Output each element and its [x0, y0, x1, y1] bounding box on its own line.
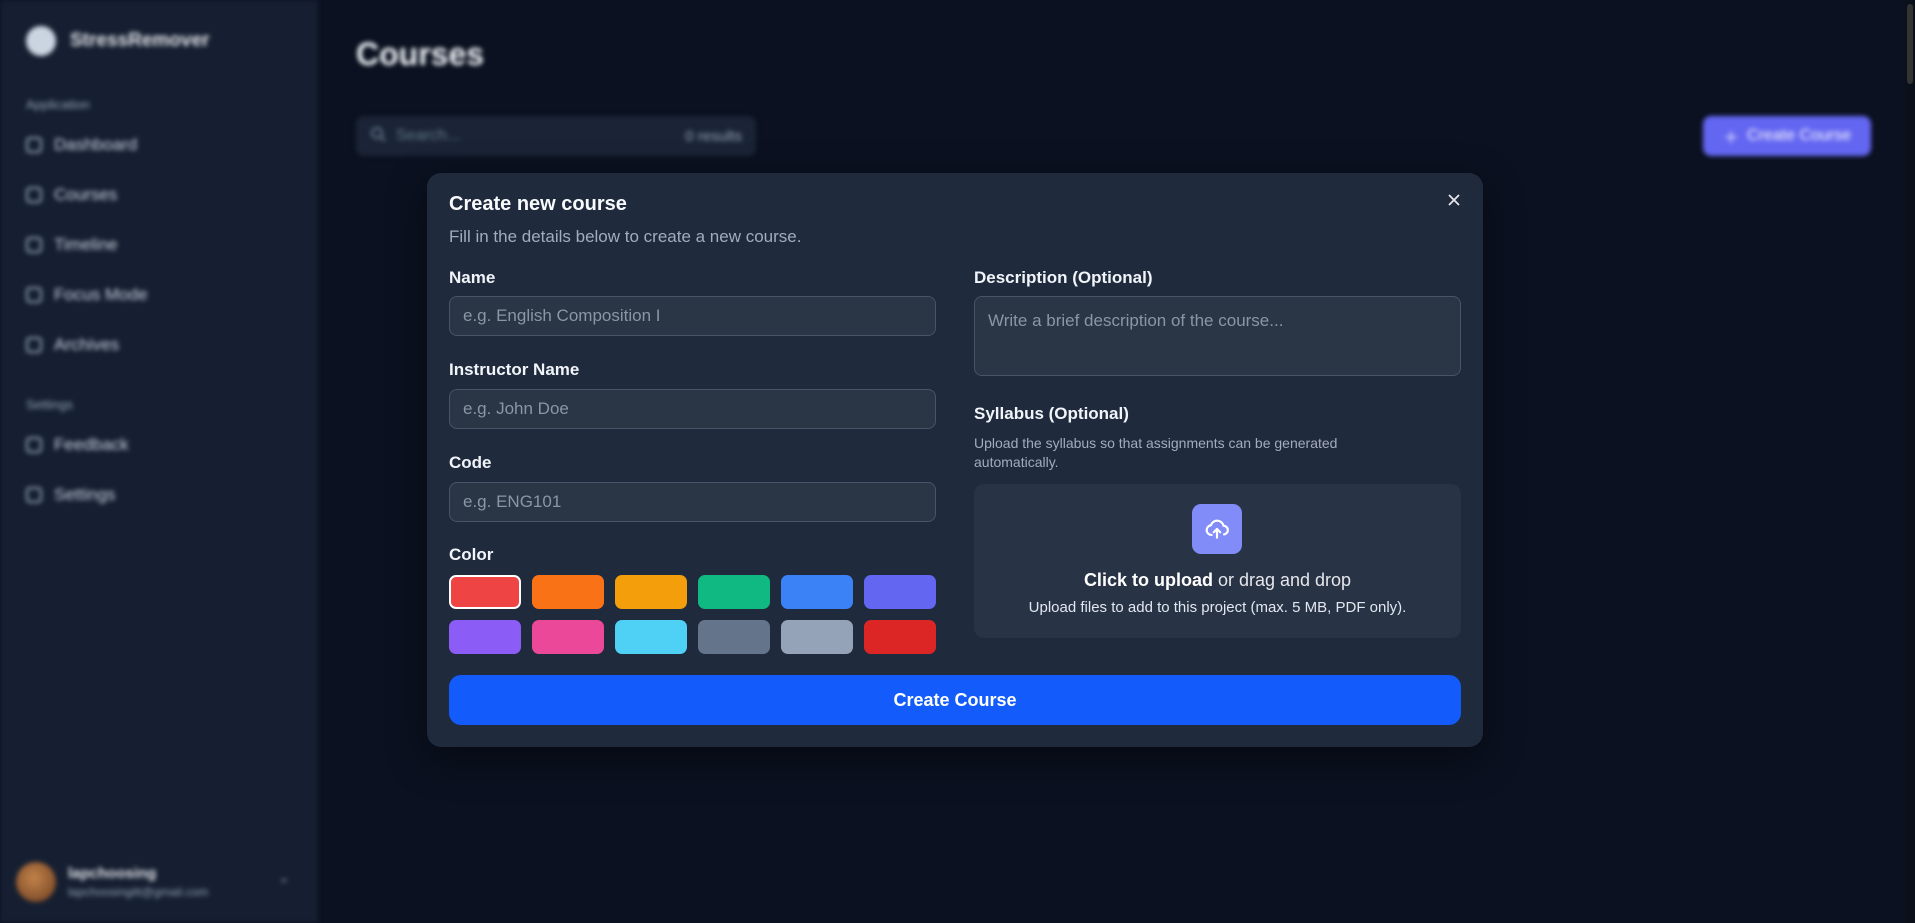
search-placeholder: Search...	[396, 127, 461, 144]
brand: StressRemover	[26, 26, 209, 56]
search-bar[interactable]: Search... 0 results	[356, 116, 756, 156]
syllabus-label: Syllabus (Optional)	[974, 404, 1129, 423]
color-swatch[interactable]	[864, 620, 936, 654]
calendar-icon	[26, 237, 42, 253]
color-swatch[interactable]	[615, 620, 687, 654]
page-title: Courses	[356, 36, 485, 72]
plus-icon: ＋	[1722, 130, 1739, 147]
search-icon	[370, 126, 386, 147]
color-swatch[interactable]	[864, 575, 936, 609]
color-swatch[interactable]	[615, 575, 687, 609]
sidebar-section-application: Application	[26, 97, 90, 112]
color-swatch[interactable]	[532, 620, 604, 654]
close-icon	[1448, 194, 1460, 206]
description-textarea[interactable]	[974, 296, 1461, 376]
sidebar-item-dashboard[interactable]: Dashboard	[26, 135, 137, 155]
chevron-updown-icon[interactable]: ⌃	[278, 876, 290, 893]
color-swatch[interactable]	[698, 575, 770, 609]
sidebar-item-focus-mode[interactable]: Focus Mode	[26, 285, 148, 305]
brand-name: StressRemover	[70, 30, 210, 51]
code-label: Code	[449, 453, 492, 472]
create-course-dialog: Create new course Fill in the details be…	[427, 173, 1483, 747]
create-course-header-button[interactable]: ＋ Create Course	[1703, 116, 1871, 156]
archive-icon	[26, 337, 42, 353]
color-swatch[interactable]	[449, 575, 521, 609]
scrollbar[interactable]	[1905, 0, 1915, 923]
book-icon	[26, 187, 42, 203]
sidebar-item-archives[interactable]: Archives	[26, 335, 119, 355]
description-label: Description (Optional)	[974, 268, 1153, 287]
feedback-icon	[26, 437, 42, 453]
instructor-input[interactable]	[449, 389, 936, 429]
gear-icon	[26, 487, 42, 503]
upload-cloud-icon	[1192, 504, 1242, 554]
user-name: lapchoosing	[68, 865, 157, 882]
dialog-subtitle: Fill in the details below to create a ne…	[449, 227, 802, 246]
upload-constraints: Upload files to add to this project (max…	[1028, 599, 1407, 616]
name-label: Name	[449, 268, 496, 287]
color-swatch[interactable]	[781, 620, 853, 654]
code-input[interactable]	[449, 482, 936, 522]
color-swatch[interactable]	[698, 620, 770, 654]
brand-logo-icon	[26, 26, 56, 56]
sidebar-item-feedback[interactable]: Feedback	[26, 435, 129, 455]
color-swatch[interactable]	[532, 575, 604, 609]
focus-icon	[26, 287, 42, 303]
color-swatch[interactable]	[449, 620, 521, 654]
dialog-title: Create new course	[449, 193, 627, 215]
color-swatch[interactable]	[781, 575, 853, 609]
instructor-label: Instructor Name	[449, 360, 580, 379]
sidebar: StressRemover Application Dashboard Cour…	[0, 0, 318, 923]
sidebar-item-settings[interactable]: Settings	[26, 485, 115, 505]
user-email: lapchoosingitt@gmail.com	[68, 885, 209, 899]
close-button[interactable]	[1441, 187, 1467, 213]
sidebar-item-timeline[interactable]: Timeline	[26, 235, 118, 255]
syllabus-dropzone[interactable]: Click to upload or drag and drop Upload …	[974, 484, 1461, 638]
dashboard-icon	[26, 137, 42, 153]
avatar	[16, 862, 56, 902]
color-label: Color	[449, 545, 494, 564]
sidebar-section-settings: Settings	[26, 397, 73, 412]
upload-instruction: Click to upload or drag and drop	[1083, 570, 1352, 590]
sidebar-item-courses[interactable]: Courses	[26, 185, 117, 205]
user-profile[interactable]: lapchoosing lapchoosingitt@gmail.com	[16, 862, 208, 902]
syllabus-help-text: Upload the syllabus so that assignments …	[974, 435, 1338, 470]
click-to-upload-link[interactable]: Click to upload	[1084, 570, 1213, 590]
create-course-button[interactable]: Create Course	[449, 675, 1461, 725]
search-result-count: 0 results	[685, 127, 742, 145]
scrollbar-thumb[interactable]	[1907, 4, 1913, 84]
name-input[interactable]	[449, 296, 936, 336]
